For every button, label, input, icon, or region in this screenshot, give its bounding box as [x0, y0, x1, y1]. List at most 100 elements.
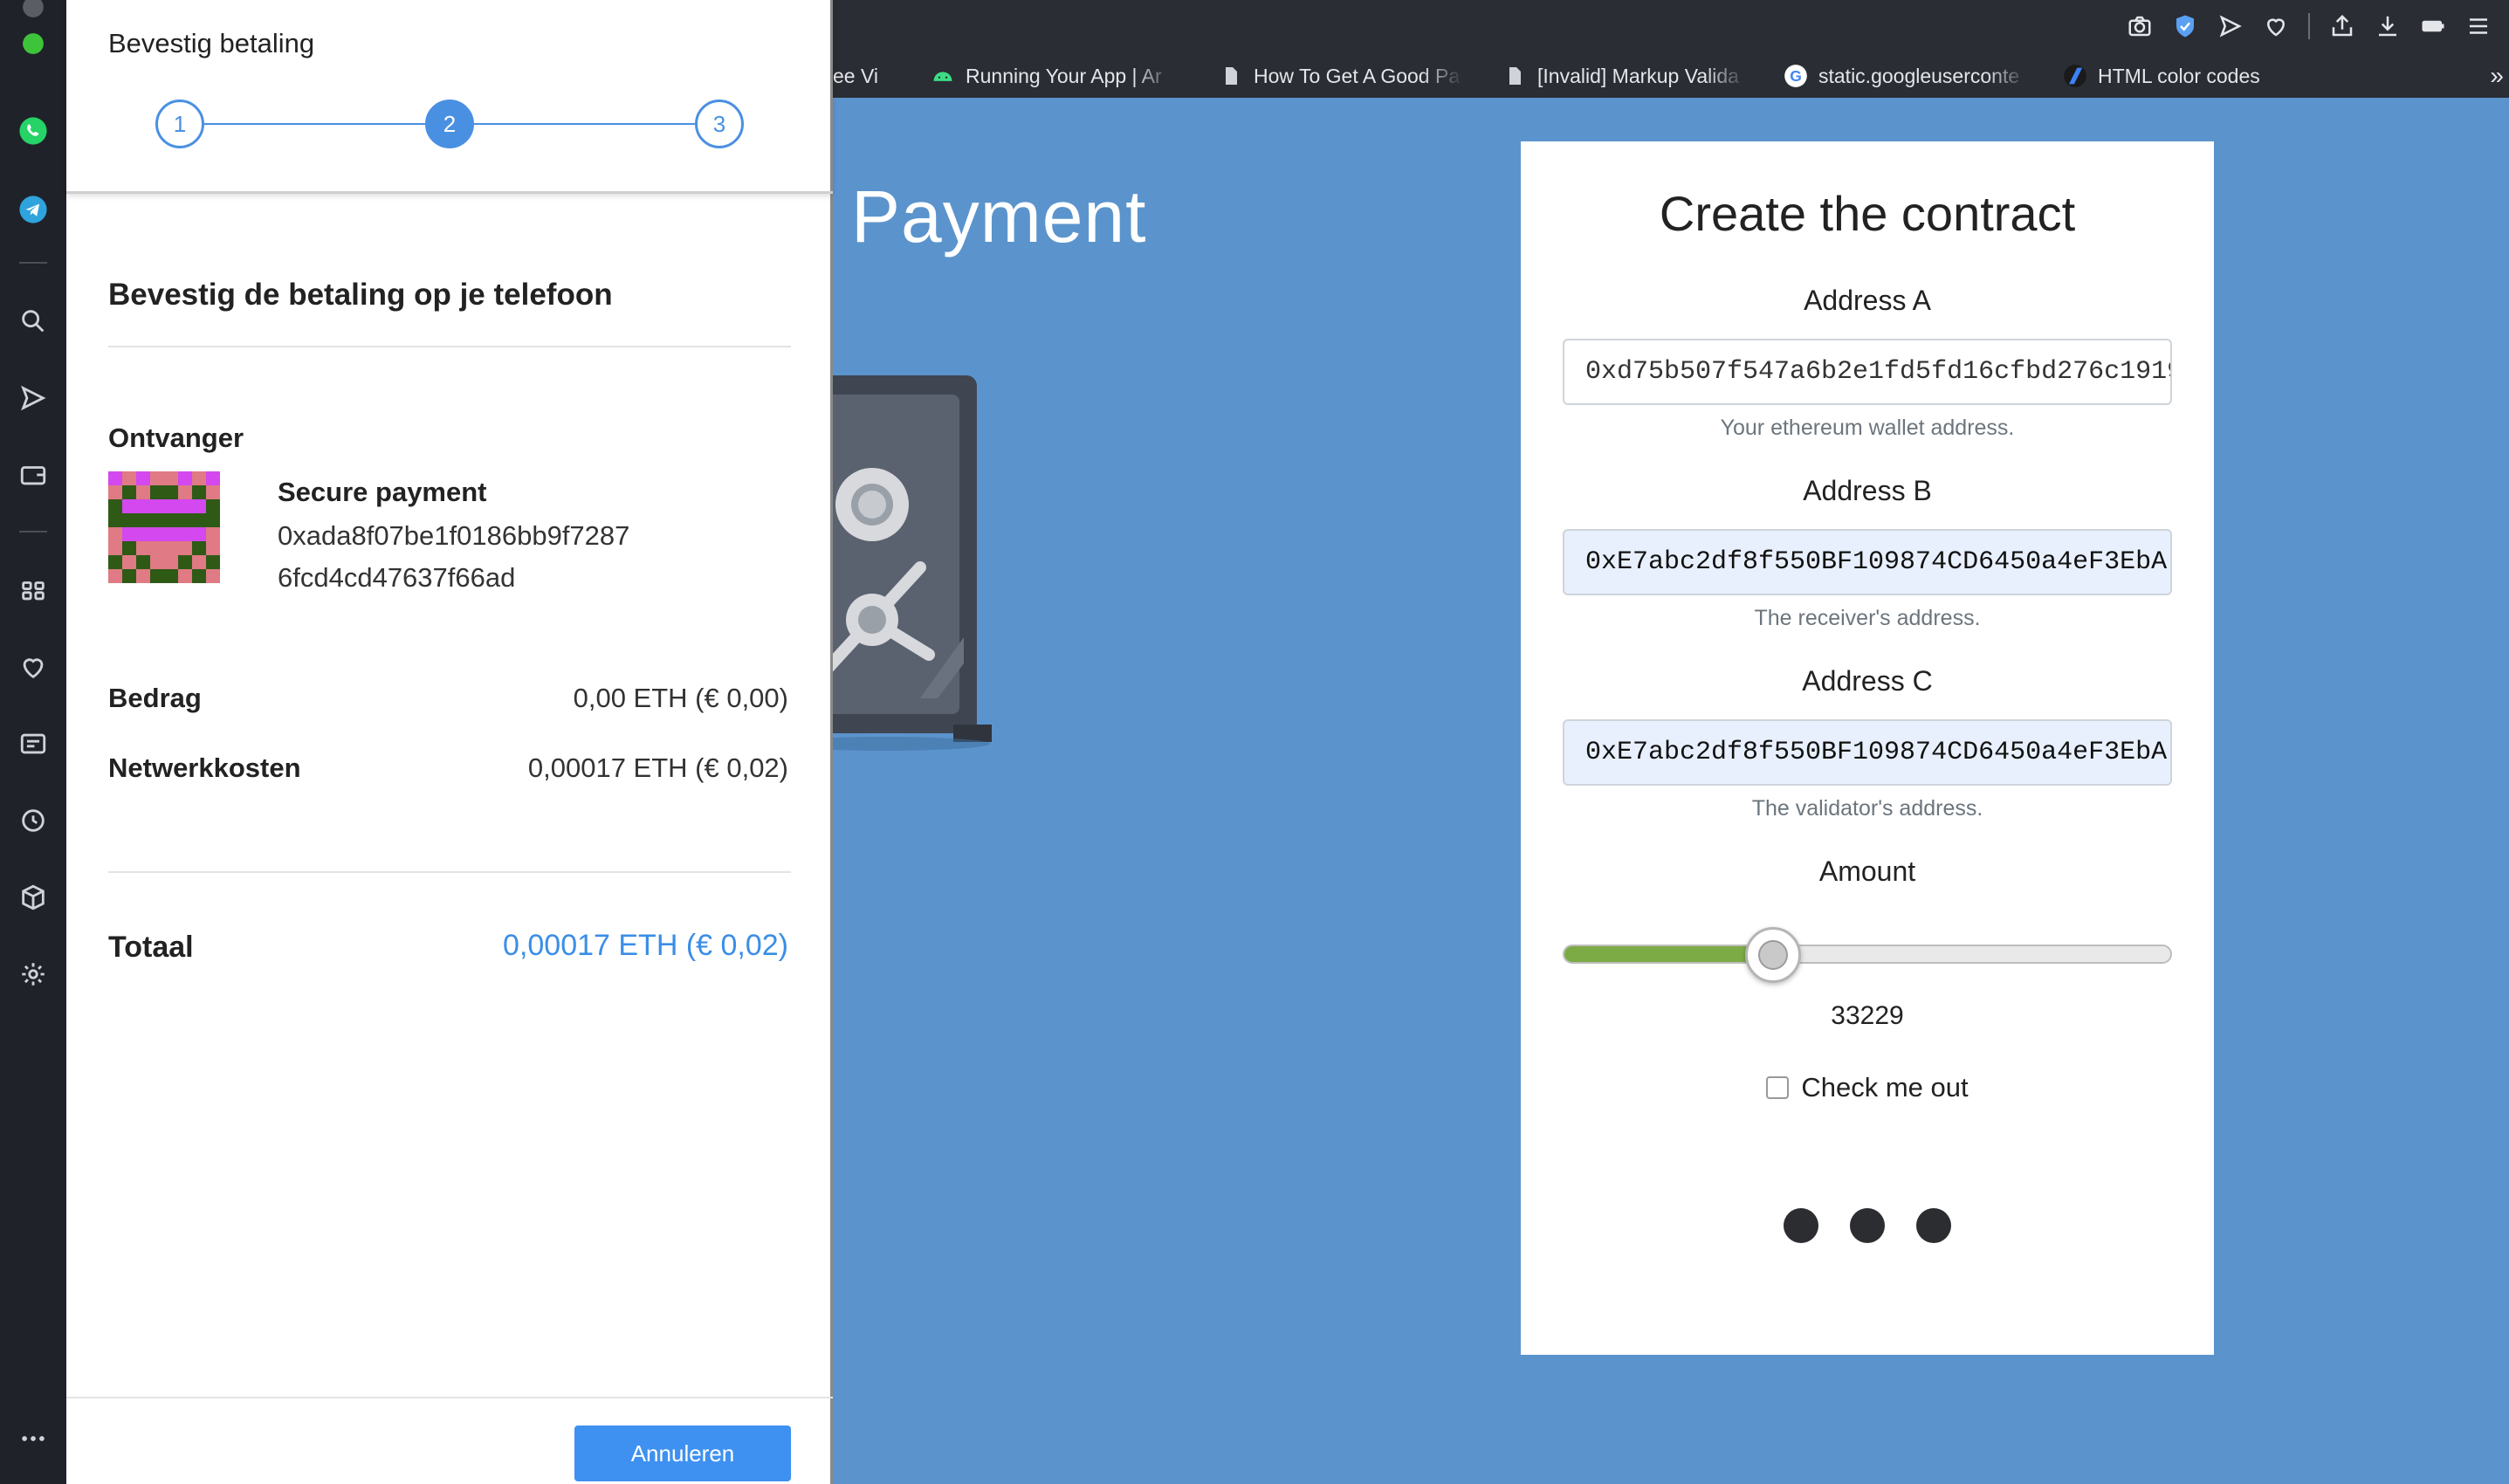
bookmark-label: How To Get A Good Pa	[1254, 64, 1461, 87]
bookmark-item[interactable]: Running Your App | Ar	[931, 64, 1219, 88]
identicon-cell	[178, 569, 192, 583]
identicon-cell	[178, 527, 192, 541]
history-clock-icon[interactable]	[0, 794, 66, 847]
identicon-cell	[178, 513, 192, 527]
identicon-cell	[150, 527, 164, 541]
whatsapp-icon[interactable]	[0, 105, 66, 157]
heart-icon[interactable]	[0, 641, 66, 693]
identicon-cell	[164, 485, 178, 499]
window-status-dot[interactable]	[0, 17, 66, 70]
identicon-cell	[136, 555, 150, 569]
color-codes-icon	[2063, 64, 2087, 88]
wallet-icon[interactable]	[0, 449, 66, 501]
identicon-cell	[150, 555, 164, 569]
download-icon[interactable]	[2375, 13, 2401, 39]
identicon-cell	[164, 541, 178, 555]
address-a-input[interactable]: 0xd75b507f547a6b2e1fd5fd16cfbd276c1919	[1563, 339, 2172, 405]
identicon-cell	[108, 555, 122, 569]
share-icon[interactable]	[2329, 13, 2355, 39]
cancel-button[interactable]: Annuleren	[574, 1426, 791, 1481]
total-value: 0,00017 ETH (€ 0,02)	[503, 929, 788, 962]
identicon-cell	[136, 485, 150, 499]
battery-icon[interactable]	[2420, 13, 2446, 39]
recipient-label: Ontvanger	[108, 423, 244, 453]
amount-slider-thumb[interactable]	[1744, 927, 1801, 983]
identicon-cell	[192, 541, 206, 555]
recipient-identicon	[108, 471, 220, 583]
check-me-out-label: Check me out	[1801, 1072, 1969, 1103]
identicon-cell	[108, 527, 122, 541]
progress-stepper: 1 2 3	[155, 100, 744, 148]
more-options-icon[interactable]	[0, 1412, 66, 1465]
amount-row-value: 0,00 ETH (€ 0,00)	[573, 683, 788, 713]
bookmark-item[interactable]: HTML color codes	[2063, 64, 2325, 88]
identicon-cell	[150, 569, 164, 583]
identicon-cell	[108, 513, 122, 527]
document-icon	[1219, 64, 1243, 88]
fee-row-label: Netwerkkosten	[108, 752, 301, 783]
amount-slider-fill	[1564, 946, 1774, 962]
address-b-label: Address B	[1803, 475, 1932, 506]
stepper-line	[204, 123, 425, 125]
identicon-cell	[164, 513, 178, 527]
identicon-cell	[164, 569, 178, 583]
identicon-cell	[150, 513, 164, 527]
identicon-cell	[192, 569, 206, 583]
page-title: Payment	[851, 175, 1147, 258]
address-b-input[interactable]: 0xE7abc2df8f550BF109874CD6450a4eF3EbA	[1563, 529, 2172, 595]
identicon-cell	[206, 499, 220, 513]
identicon-cell	[122, 485, 136, 499]
search-icon[interactable]	[0, 295, 66, 347]
divider	[108, 346, 791, 347]
address-c-help: The validator's address.	[1751, 796, 1983, 821]
identicon-cell	[150, 485, 164, 499]
identicon-cell	[206, 541, 220, 555]
news-icon[interactable]	[0, 718, 66, 770]
check-me-out-checkbox[interactable]	[1766, 1076, 1790, 1099]
identicon-cell	[192, 555, 206, 569]
loading-dot	[1784, 1208, 1818, 1243]
identicon-cell	[136, 471, 150, 485]
extensions-cube-icon[interactable]	[0, 871, 66, 924]
identicon-cell	[150, 471, 164, 485]
identicon-cell	[206, 471, 220, 485]
identicon-cell	[108, 471, 122, 485]
identicon-cell	[178, 471, 192, 485]
settings-gear-icon[interactable]	[0, 948, 66, 1000]
identicon-cell	[164, 471, 178, 485]
apps-grid-icon[interactable]	[0, 564, 66, 616]
identicon-cell	[192, 485, 206, 499]
bookmark-overflow-icon[interactable]: »	[2490, 62, 2504, 90]
send-icon[interactable]	[2217, 13, 2244, 39]
menu-icon[interactable]	[2465, 13, 2492, 39]
shield-check-icon[interactable]	[2172, 13, 2198, 39]
card-title: Create the contract	[1659, 186, 2076, 241]
telegram-icon[interactable]	[0, 183, 66, 236]
camera-icon[interactable]	[2127, 13, 2153, 39]
identicon-cell	[136, 541, 150, 555]
toolbar-icons	[2127, 9, 2492, 44]
bookmark-item[interactable]: G static.googleuserconte	[1784, 64, 2063, 88]
check-me-out-row[interactable]: Check me out	[1521, 1072, 2214, 1103]
bookmark-item[interactable]: ee Vi	[833, 65, 931, 88]
identicon-cell	[192, 527, 206, 541]
address-c-input[interactable]: 0xE7abc2df8f550BF109874CD6450a4eF3EbA	[1563, 719, 2172, 786]
section-title: Bevestig de betaling op je telefoon	[108, 278, 613, 312]
bookmark-item[interactable]: How To Get A Good Pa	[1219, 64, 1502, 88]
loading-indicator	[1521, 1208, 2214, 1243]
create-contract-card: Create the contract Address A 0xd75b507f…	[1521, 141, 2214, 1355]
send-icon[interactable]	[0, 372, 66, 424]
amount-slider-track[interactable]	[1563, 945, 2172, 964]
bookmark-item[interactable]: [Invalid] Markup Valida	[1502, 64, 1784, 88]
bookmark-label: [Invalid] Markup Valida	[1537, 64, 1739, 87]
identicon-cell	[122, 555, 136, 569]
identicon-cell	[108, 569, 122, 583]
heart-icon[interactable]	[2263, 13, 2289, 39]
step-3: 3	[695, 100, 744, 148]
identicon-cell	[164, 527, 178, 541]
identicon-cell	[192, 513, 206, 527]
identicon-cell	[136, 527, 150, 541]
identicon-cell	[206, 485, 220, 499]
identicon-cell	[136, 513, 150, 527]
address-a-label: Address A	[1804, 285, 1931, 316]
